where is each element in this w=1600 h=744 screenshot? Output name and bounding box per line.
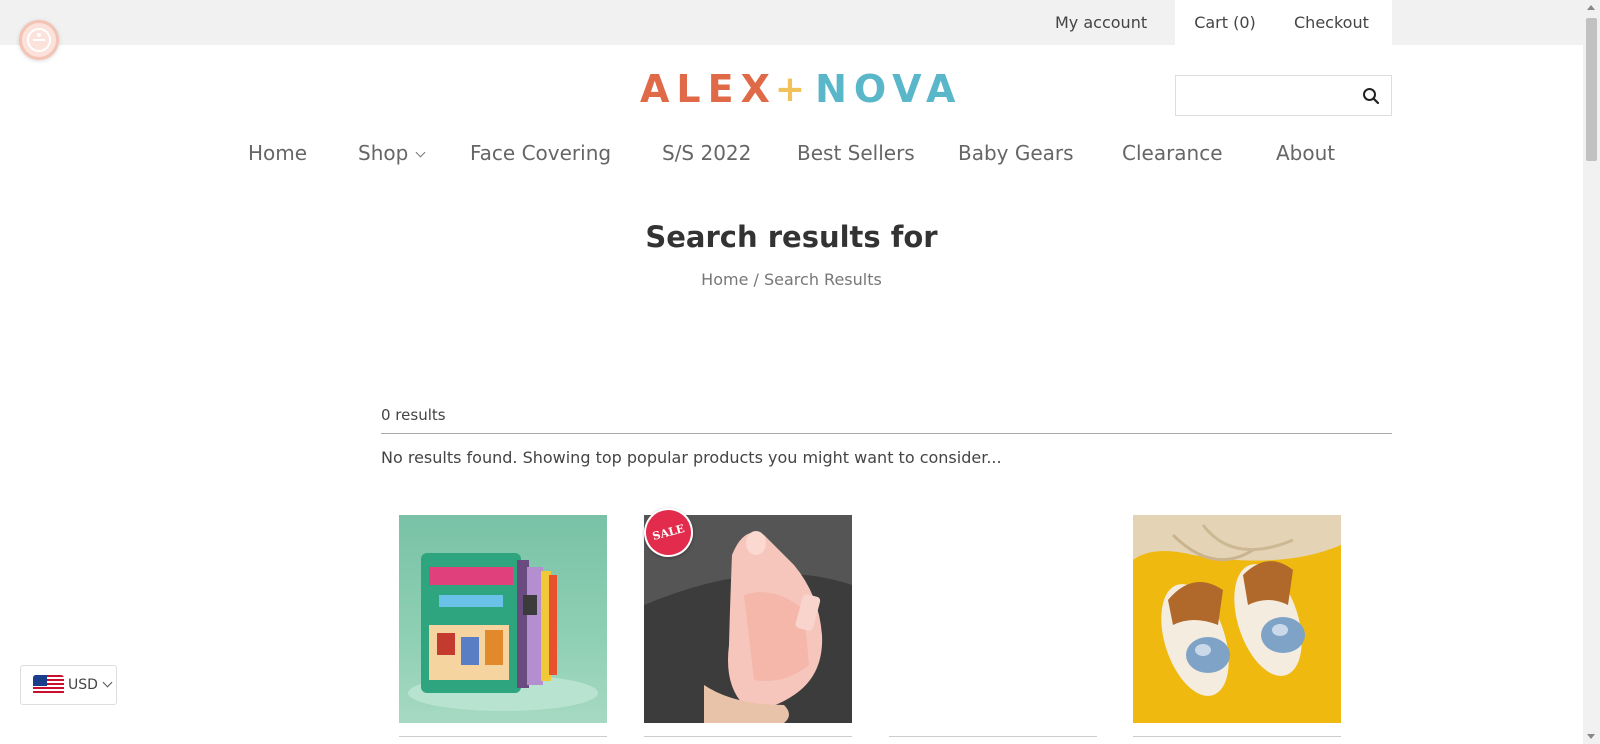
product-image-blank[interactable]	[889, 515, 1097, 723]
product-divider	[889, 736, 1097, 737]
currency-code: USD	[68, 677, 98, 693]
breadcrumb: Home / Search Results	[0, 270, 1583, 289]
no-results-message: No results found. Showing top popular pr…	[381, 448, 1002, 467]
product-divider	[399, 736, 607, 737]
chevron-down-icon	[102, 677, 113, 687]
nav-ss-2022[interactable]: S/S 2022	[662, 137, 751, 169]
top-bar: My account Cart (0) Checkout	[0, 0, 1583, 45]
page-scrollbar[interactable]	[1583, 0, 1600, 744]
product-divider	[1133, 736, 1341, 737]
page-title: Search results for	[645, 220, 938, 254]
nav-best-sellers[interactable]: Best Sellers	[797, 137, 915, 169]
checkout-link[interactable]: Checkout	[1275, 0, 1392, 45]
my-account-link[interactable]: My account	[1055, 0, 1147, 45]
logo-text-left: ALEX	[640, 67, 777, 111]
nav-clearance[interactable]: Clearance	[1122, 137, 1223, 169]
product-image-quiet-book[interactable]	[399, 515, 607, 723]
product-image-denim-sandals[interactable]	[1133, 515, 1341, 723]
breadcrumb-current: Search Results	[763, 270, 882, 289]
nav-home[interactable]: Home	[248, 137, 307, 169]
product-divider	[644, 736, 852, 737]
main-nav: Home Shop Face Covering S/S 2022 Best Se…	[0, 137, 1583, 169]
search-box	[1175, 75, 1392, 116]
results-count: 0 results	[381, 406, 446, 424]
breadcrumb-home[interactable]: Home	[701, 270, 748, 289]
nav-shop[interactable]: Shop	[358, 137, 426, 169]
logo-plus: +	[774, 68, 813, 110]
results-divider	[381, 433, 1392, 434]
site-logo[interactable]: ALEX + NOVA	[640, 66, 962, 112]
search-input[interactable]	[1176, 76, 1346, 115]
scroll-up-arrow-icon[interactable]	[1587, 5, 1595, 10]
scroll-down-arrow-icon[interactable]	[1587, 734, 1595, 739]
nav-face-covering[interactable]: Face Covering	[470, 137, 611, 169]
accessibility-icon	[27, 28, 51, 52]
nav-baby-gears[interactable]: Baby Gears	[958, 137, 1074, 169]
accessibility-button[interactable]	[19, 20, 59, 60]
breadcrumb-separator: /	[748, 270, 764, 289]
currency-selector[interactable]: USD	[20, 665, 117, 705]
logo-text-right: NOVA	[815, 67, 963, 111]
scrollbar-thumb[interactable]	[1586, 18, 1597, 161]
nav-about[interactable]: About	[1276, 137, 1335, 169]
nav-shop-label: Shop	[358, 141, 409, 165]
search-icon[interactable]	[1362, 87, 1380, 105]
cart-link[interactable]: Cart (0)	[1175, 0, 1275, 45]
us-flag-icon	[33, 675, 64, 695]
chevron-down-icon	[415, 147, 426, 158]
